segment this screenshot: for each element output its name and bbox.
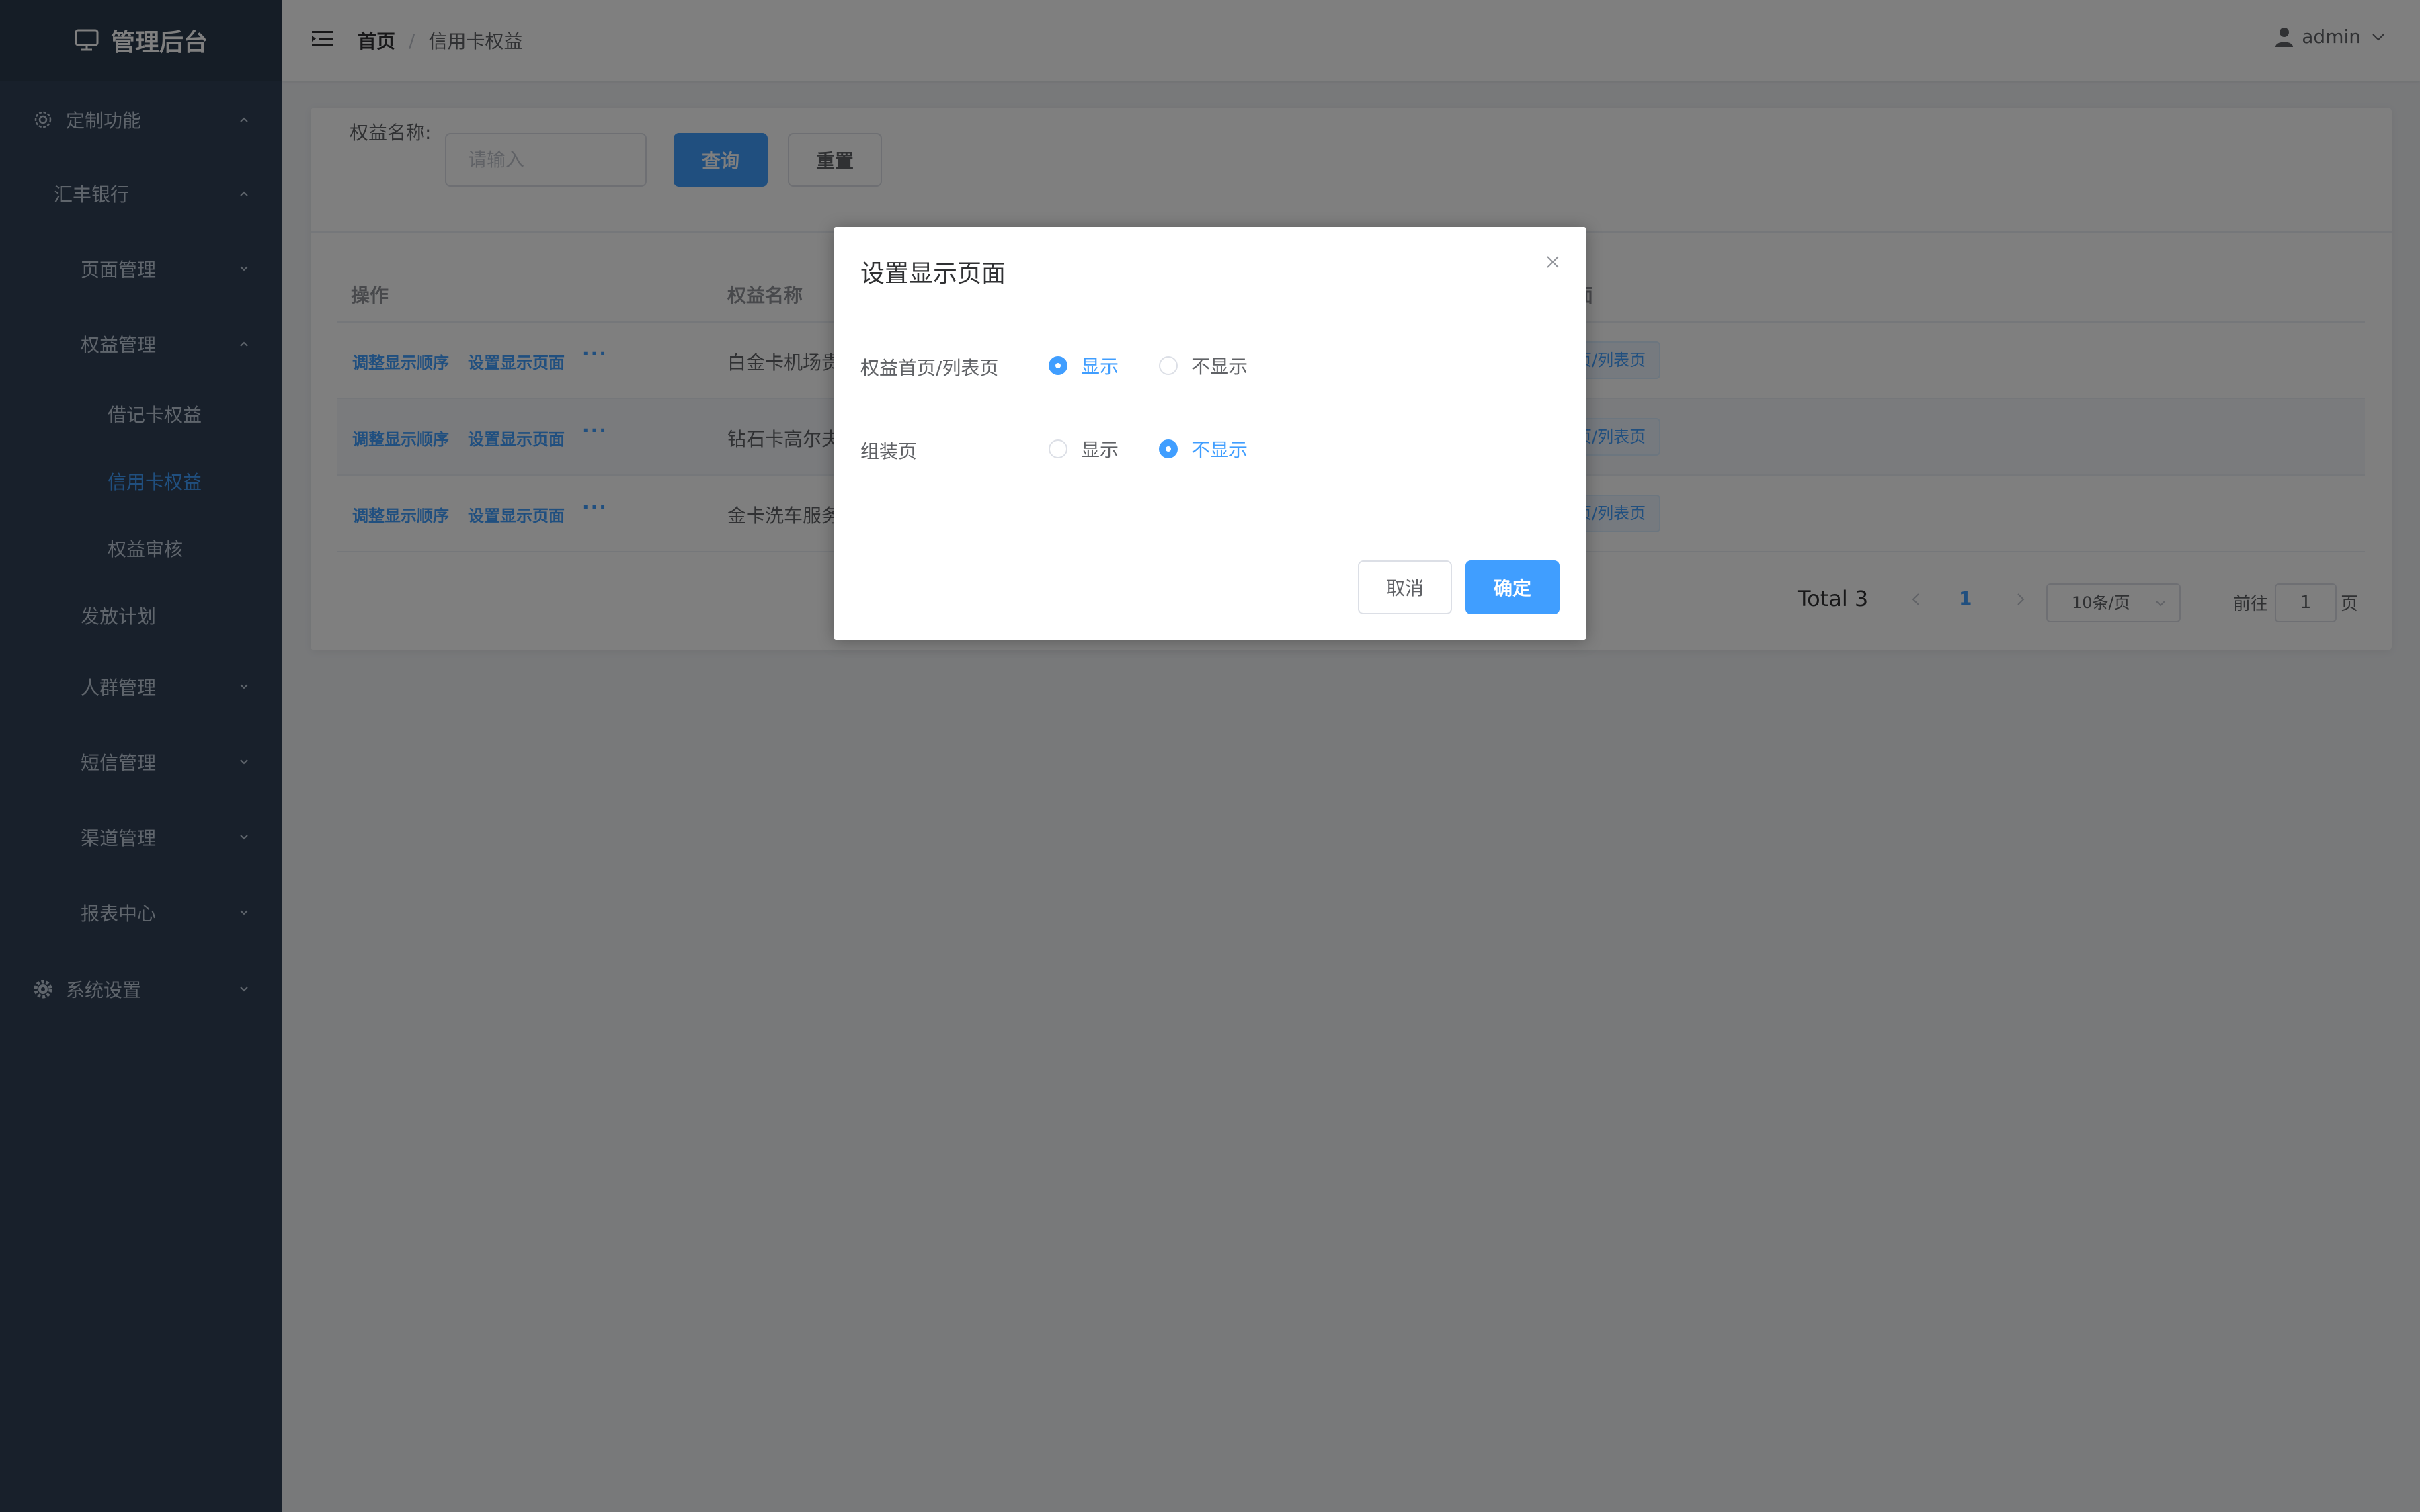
- radio-dot: [1159, 356, 1178, 375]
- radio-label: 不显示: [1191, 355, 1248, 378]
- radio-dot: [1049, 356, 1067, 375]
- field-label-home-list: 权益首页/列表页: [860, 357, 999, 379]
- radio-label: 显示: [1081, 439, 1119, 461]
- radio-home-list-show[interactable]: 显示: [1049, 352, 1119, 379]
- cancel-button[interactable]: 取消: [1358, 560, 1452, 614]
- radio-home-list-hide[interactable]: 不显示: [1159, 352, 1248, 379]
- confirm-button[interactable]: 确定: [1465, 560, 1560, 614]
- radio-label: 显示: [1081, 355, 1119, 378]
- dialog-title: 设置显示页面: [860, 260, 1006, 288]
- radio-assembly-hide[interactable]: 不显示: [1159, 435, 1248, 462]
- field-label-assembly: 组装页: [860, 440, 918, 462]
- radio-label: 不显示: [1191, 439, 1248, 461]
- set-display-pages-dialog: 设置显示页面 权益首页/列表页 显示 不显示 组装页 显示 不显示 取消 确定: [834, 227, 1586, 640]
- radio-assembly-show[interactable]: 显示: [1049, 435, 1119, 462]
- close-icon[interactable]: [1545, 254, 1561, 270]
- radio-dot: [1049, 439, 1067, 458]
- radio-dot: [1159, 439, 1178, 458]
